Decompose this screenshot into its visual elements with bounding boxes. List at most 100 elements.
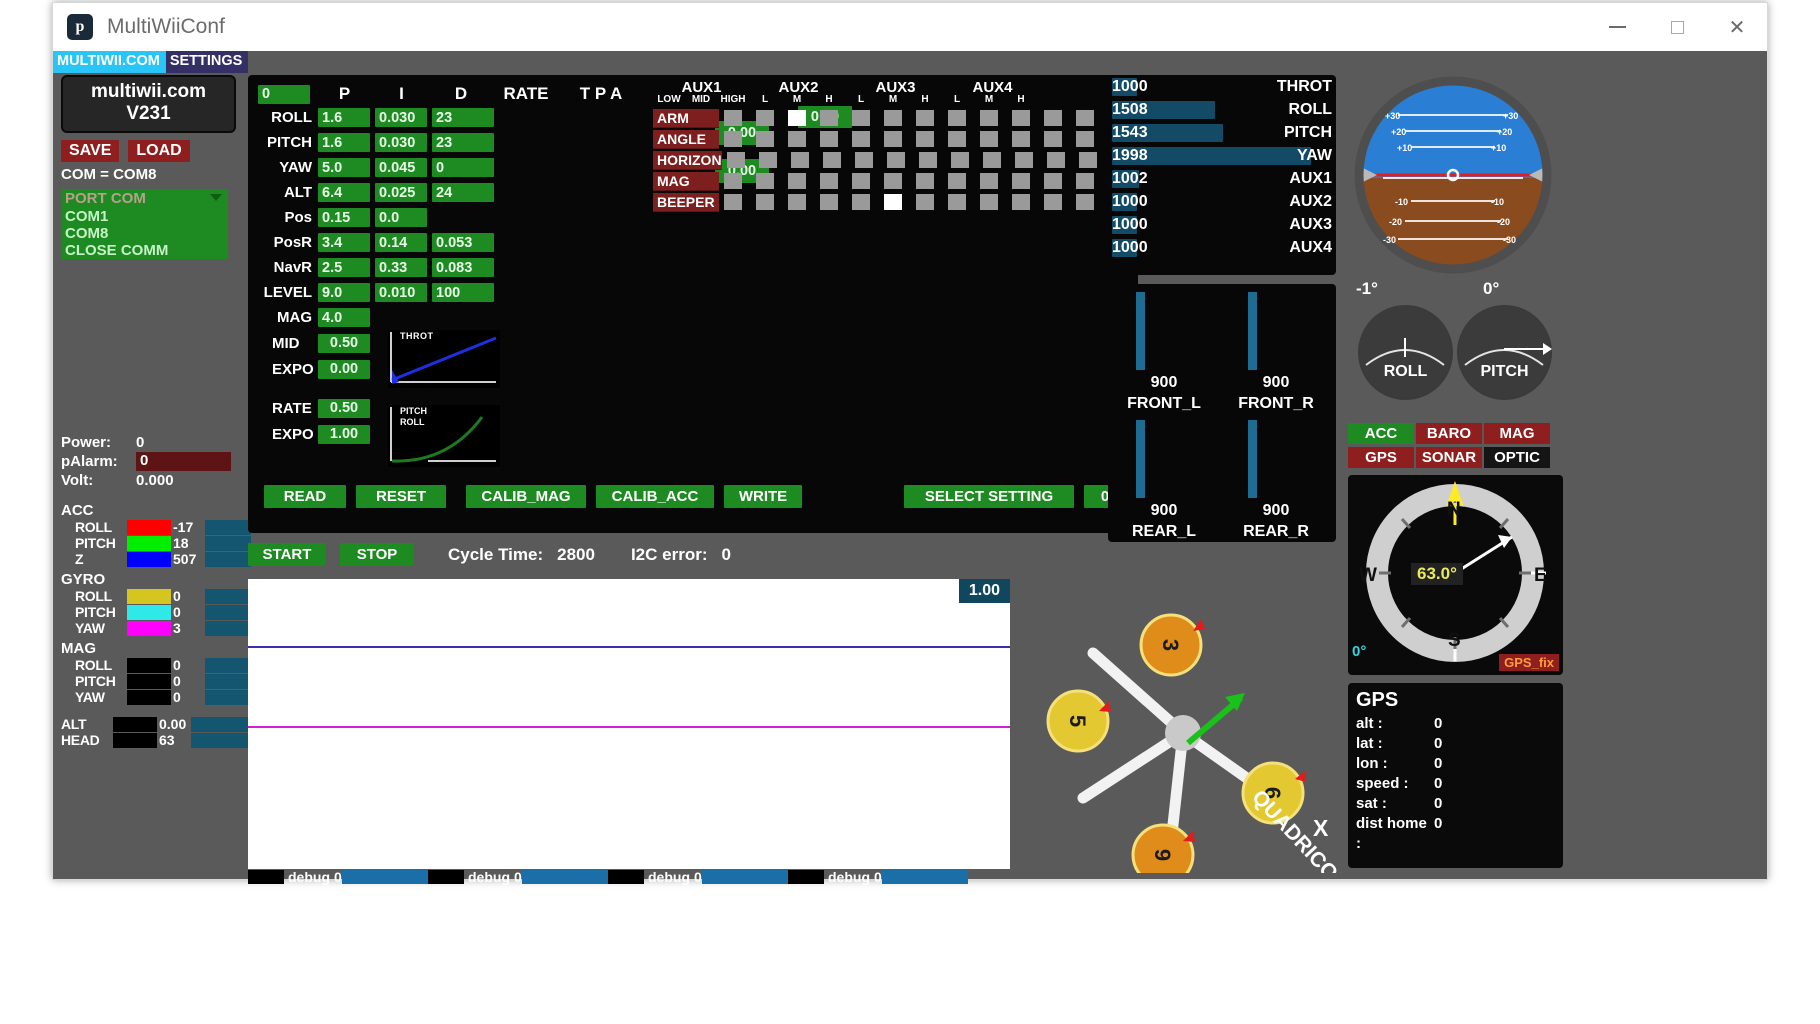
pid-d-field[interactable]: 0.083 bbox=[432, 258, 494, 277]
pid-p-field[interactable]: 5.0 bbox=[318, 158, 370, 177]
aux-checkbox[interactable] bbox=[788, 131, 806, 147]
port-option-com1[interactable]: COM1 bbox=[61, 208, 228, 225]
aux-checkbox[interactable] bbox=[950, 152, 969, 168]
aux-checkbox[interactable] bbox=[982, 152, 1001, 168]
menu-item-multiwii-com[interactable]: MULTIWII.COM bbox=[53, 51, 166, 73]
aux-checkbox[interactable] bbox=[820, 194, 838, 210]
reset-button[interactable]: RESET bbox=[356, 485, 446, 508]
aux-checkbox[interactable] bbox=[756, 131, 774, 147]
aux-checkbox[interactable] bbox=[756, 173, 774, 189]
rc-rate-field[interactable]: 0.50 bbox=[318, 398, 370, 418]
aux-checkbox[interactable] bbox=[918, 152, 937, 168]
aux-checkbox[interactable] bbox=[724, 131, 742, 147]
pid-i-field[interactable]: 0.030 bbox=[375, 108, 427, 127]
aux-checkbox[interactable] bbox=[822, 152, 841, 168]
aux-checkbox[interactable] bbox=[726, 152, 745, 168]
port-option-close-comm[interactable]: CLOSE COMM bbox=[61, 242, 228, 259]
aux-checkbox[interactable] bbox=[1012, 131, 1030, 147]
aux-checkbox[interactable] bbox=[948, 194, 966, 210]
pid-d-field[interactable]: 0 bbox=[432, 158, 494, 177]
aux-checkbox[interactable] bbox=[1044, 131, 1062, 147]
pid-d-field[interactable]: 23 bbox=[432, 133, 494, 152]
aux-checkbox[interactable] bbox=[948, 131, 966, 147]
pid-i-field[interactable]: 0.14 bbox=[375, 233, 427, 252]
pid-i-field[interactable]: 0.0 bbox=[375, 208, 427, 227]
aux-checkbox[interactable] bbox=[1076, 131, 1094, 147]
menu-item-settings[interactable]: SETTINGS bbox=[165, 51, 249, 73]
aux-checkbox[interactable] bbox=[1076, 110, 1094, 126]
aux-checkbox[interactable] bbox=[916, 131, 934, 147]
aux-checkbox[interactable] bbox=[980, 194, 998, 210]
aux-checkbox[interactable] bbox=[790, 152, 809, 168]
pid-p-field[interactable]: 2.5 bbox=[318, 258, 370, 277]
close-icon[interactable]: ✕ bbox=[1707, 3, 1767, 51]
aux-checkbox[interactable] bbox=[724, 110, 742, 126]
write-button[interactable]: WRITE bbox=[724, 485, 802, 508]
throttle-mid-field[interactable]: 0.50 bbox=[318, 333, 370, 353]
aux-checkbox[interactable] bbox=[1076, 194, 1094, 210]
aux-checkbox[interactable] bbox=[820, 173, 838, 189]
calib-mag-button[interactable]: CALIB_MAG bbox=[466, 485, 586, 508]
aux-checkbox[interactable] bbox=[948, 173, 966, 189]
pid-p-field[interactable]: 0.15 bbox=[318, 208, 370, 227]
aux-checkbox[interactable] bbox=[1078, 152, 1097, 168]
aux-checkbox[interactable] bbox=[756, 110, 774, 126]
aux-checkbox[interactable] bbox=[884, 131, 902, 147]
aux-checkbox[interactable] bbox=[724, 194, 742, 210]
aux-checkbox[interactable] bbox=[820, 110, 838, 126]
pid-d-field[interactable]: 0.053 bbox=[432, 233, 494, 252]
aux-checkbox[interactable] bbox=[1044, 110, 1062, 126]
pid-p-field[interactable]: 1.6 bbox=[318, 108, 370, 127]
pid-p-field[interactable]: 4.0 bbox=[318, 308, 370, 327]
aux-checkbox[interactable] bbox=[854, 152, 873, 168]
minimize-icon[interactable] bbox=[1587, 3, 1647, 51]
aux-checkbox[interactable] bbox=[916, 194, 934, 210]
pid-d-field[interactable]: 100 bbox=[432, 283, 494, 302]
aux-checkbox[interactable] bbox=[980, 131, 998, 147]
aux-checkbox[interactable] bbox=[758, 152, 777, 168]
aux-checkbox[interactable] bbox=[884, 173, 902, 189]
aux-checkbox[interactable] bbox=[884, 110, 902, 126]
pid-i-field[interactable]: 0.010 bbox=[375, 283, 427, 302]
aux-checkbox[interactable] bbox=[1012, 173, 1030, 189]
calib-acc-button[interactable]: CALIB_ACC bbox=[596, 485, 714, 508]
pid-p-field[interactable]: 1.6 bbox=[318, 133, 370, 152]
aux-checkbox[interactable] bbox=[916, 110, 934, 126]
maximize-icon[interactable] bbox=[1647, 3, 1707, 51]
pid-i-field[interactable]: 0.030 bbox=[375, 133, 427, 152]
aux-checkbox[interactable] bbox=[884, 194, 902, 210]
aux-checkbox[interactable] bbox=[756, 194, 774, 210]
pid-p-field[interactable]: 3.4 bbox=[318, 233, 370, 252]
aux-checkbox[interactable] bbox=[1044, 194, 1062, 210]
aux-checkbox[interactable] bbox=[948, 110, 966, 126]
aux-checkbox[interactable] bbox=[788, 194, 806, 210]
aux-checkbox[interactable] bbox=[1014, 152, 1033, 168]
pid-d-field[interactable]: 23 bbox=[432, 108, 494, 127]
aux-checkbox[interactable] bbox=[852, 131, 870, 147]
aux-checkbox[interactable] bbox=[1012, 194, 1030, 210]
aux-checkbox[interactable] bbox=[788, 173, 806, 189]
throttle-expo-field[interactable]: 0.00 bbox=[318, 359, 370, 379]
rc-expo-field[interactable]: 1.00 bbox=[318, 424, 370, 444]
aux-checkbox[interactable] bbox=[820, 131, 838, 147]
aux-checkbox[interactable] bbox=[916, 173, 934, 189]
read-button[interactable]: READ bbox=[264, 485, 346, 508]
aux-checkbox[interactable] bbox=[980, 110, 998, 126]
pid-i-field[interactable]: 0.045 bbox=[375, 158, 427, 177]
load-button[interactable]: LOAD bbox=[128, 140, 190, 162]
aux-checkbox[interactable] bbox=[886, 152, 905, 168]
aux-checkbox[interactable] bbox=[1044, 173, 1062, 189]
pid-i-field[interactable]: 0.33 bbox=[375, 258, 427, 277]
aux-checkbox[interactable] bbox=[852, 194, 870, 210]
aux-checkbox[interactable] bbox=[1012, 110, 1030, 126]
aux-checkbox[interactable] bbox=[852, 173, 870, 189]
start-button[interactable]: START bbox=[248, 543, 326, 566]
save-button[interactable]: SAVE bbox=[61, 140, 120, 162]
aux-checkbox[interactable] bbox=[1046, 152, 1065, 168]
port-option-com8[interactable]: COM8 bbox=[61, 225, 228, 242]
pid-p-field[interactable]: 6.4 bbox=[318, 183, 370, 202]
pid-p-field[interactable]: 9.0 bbox=[318, 283, 370, 302]
stop-button[interactable]: STOP bbox=[340, 543, 414, 566]
pid-i-field[interactable]: 0.025 bbox=[375, 183, 427, 202]
port-com-selected[interactable]: PORT COM bbox=[61, 189, 228, 208]
